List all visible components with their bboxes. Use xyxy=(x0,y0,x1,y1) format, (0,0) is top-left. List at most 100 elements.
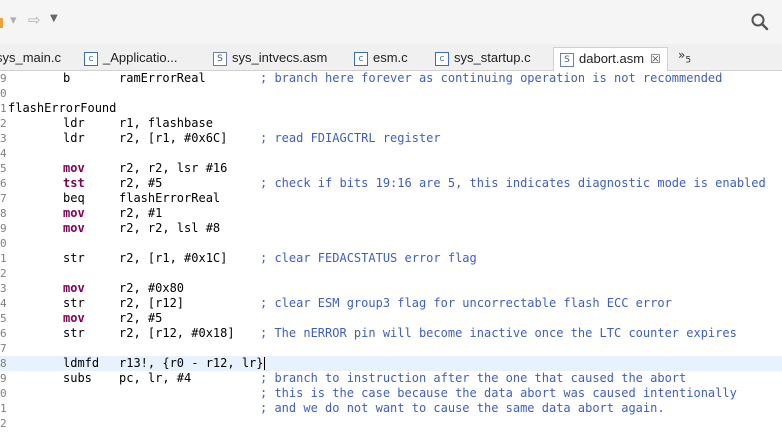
code-line[interactable]: 5 mov r2, #5 xyxy=(0,311,782,326)
line-number: 0 xyxy=(0,87,7,100)
operands-text: flashErrorReal xyxy=(119,191,221,205)
code-comment: ; this is the case because the data abor… xyxy=(260,386,737,400)
operands: r2, #5 xyxy=(119,311,162,326)
instruction: str xyxy=(63,296,85,310)
instruction: b xyxy=(63,71,71,85)
operands-text: pc, lr, #4 xyxy=(119,371,192,385)
operands-text: r2, [r12] xyxy=(119,296,185,310)
operands-text: r2, r2, lsr #16 xyxy=(119,161,228,175)
code-comment: ; and we do not want to cause the same d… xyxy=(260,401,665,415)
line-number: 8 xyxy=(0,357,7,370)
code-editor[interactable]: 9 b ramErrorReal ; branch here forever as c… xyxy=(0,71,782,433)
code-line[interactable]: 7 xyxy=(0,341,782,356)
operands: r2, #0x80 xyxy=(119,281,184,296)
tab-dabort[interactable]: Sdabort.asm ☒ xyxy=(553,47,668,71)
code-line[interactable]: 0 ; this is the case because the data abo… xyxy=(0,386,782,401)
code-comment: ; branch to instruction after the one th… xyxy=(260,371,687,385)
operands: pc, lr, #4 xyxy=(119,371,191,386)
code-line[interactable]: 6 str r2, [r12, #0x18] ; The nERROR pin wil… xyxy=(0,326,782,341)
text-cursor xyxy=(263,357,265,370)
line-number: 3 xyxy=(0,132,7,145)
code-line[interactable]: 2 xyxy=(0,416,782,431)
code-label: flashErrorFound xyxy=(8,101,117,115)
instruction: mov xyxy=(63,221,85,235)
asm-file-icon: S xyxy=(560,52,574,67)
line-number: 8 xyxy=(0,207,7,220)
code-line[interactable]: 9 subs pc, lr, #4 ; branch to instruction a… xyxy=(0,371,782,386)
code-line[interactable]: 4 str r2, [r12] ; clear ESM group3 flag for… xyxy=(0,296,782,311)
operands-text: r2, #5 xyxy=(119,176,163,190)
operands: ramErrorReal xyxy=(119,71,206,86)
code-comment: ; clear FEDACSTATUS error flag xyxy=(260,251,477,265)
instruction: ldr xyxy=(63,116,85,130)
tab-sys-intvecs[interactable]: Ssys_intvecs.asm xyxy=(213,47,327,70)
code-line[interactable]: 7 beq flashErrorReal xyxy=(0,191,782,206)
instruction: tst xyxy=(63,176,85,190)
code-line[interactable]: 2 xyxy=(0,266,782,281)
operands: r2, [r1, #0x6C] xyxy=(119,131,227,146)
code-line[interactable]: 6 tst r2, #5 ; check if bits 19:16 are 5, t… xyxy=(0,176,782,191)
tab-sys-startup[interactable]: c sys_startup.c xyxy=(435,47,531,70)
c-file-icon: c xyxy=(435,51,449,66)
collapse-arrow-icon[interactable]: ▾ xyxy=(10,13,17,28)
code-line[interactable]: 1 ; and we do not want to cause the same … xyxy=(0,401,782,416)
code-comment: ; branch here forever as continuing oper… xyxy=(260,71,723,85)
line-number: 5 xyxy=(0,162,7,175)
line-number: 6 xyxy=(0,177,7,190)
code-line[interactable]: 0 xyxy=(0,236,782,251)
line-number: 9 xyxy=(0,222,7,235)
operands: flashErrorReal xyxy=(119,191,220,206)
line-number: 0 xyxy=(0,387,7,400)
line-number: 5 xyxy=(0,312,7,325)
tab-label: dabort.asm xyxy=(579,51,645,66)
instruction: str xyxy=(63,251,85,265)
code-line[interactable]: 0 xyxy=(0,86,782,101)
line-number: 0 xyxy=(0,237,7,250)
tab-esm[interactable]: c esm.c xyxy=(354,47,408,70)
tab-sys-main[interactable]: sys_main.c xyxy=(0,47,61,70)
code-line[interactable]: 3 mov r2, #0x80 xyxy=(0,281,782,296)
code-line[interactable]: 8 mov r2, #1 xyxy=(0,206,782,221)
c-file-icon: c xyxy=(84,51,98,66)
operands-text: ramErrorReal xyxy=(119,71,206,85)
operands: r2, r2, lsr #16 xyxy=(119,161,227,176)
code-line[interactable]: 2 ldr r1, flashbase xyxy=(0,116,782,131)
code-line[interactable]: 5 mov r2, r2, lsr #16 xyxy=(0,161,782,176)
line-number: 4 xyxy=(0,147,7,160)
instruction: ldr xyxy=(63,131,85,145)
search-button[interactable] xyxy=(750,12,772,34)
code-comment: ; clear ESM group3 flag for uncorrectabl… xyxy=(260,296,672,310)
forward-arrow-icon[interactable]: ⇨ xyxy=(28,11,41,29)
operands: r2, [r1, #0x1C] xyxy=(119,251,227,266)
line-number: 1 xyxy=(0,102,7,115)
tabs-overflow-button[interactable]: »5 xyxy=(678,48,691,65)
c-file-icon: c xyxy=(354,51,368,66)
line-number: 9 xyxy=(0,372,7,385)
code-line[interactable]: 3 ldr r2, [r1, #0x6C] ; read FDIAGCTRL regi… xyxy=(0,131,782,146)
instruction: mov xyxy=(63,161,85,175)
line-number: 6 xyxy=(0,327,7,340)
code-line[interactable]: 9 mov r2, r2, lsl #8 xyxy=(0,221,782,236)
operands-text: r2, [r1, #0x1C] xyxy=(119,251,228,265)
editor-tab-bar: sys_main.c c _Applicatio... Ssys_intvecs.… xyxy=(0,44,782,71)
dropdown-icon[interactable]: ▼ xyxy=(50,13,58,24)
code-line[interactable]: 8 ldmfd r13!, {r0 - r12, lr} xyxy=(0,356,782,371)
line-number: 4 xyxy=(0,297,7,310)
code-line[interactable]: 1 str r2, [r1, #0x1C] ; clear FEDACSTATUS e… xyxy=(0,251,782,266)
code-comment: ; read FDIAGCTRL register xyxy=(260,131,441,145)
toolbar: ▾ ⇨ ▼ xyxy=(0,0,782,44)
asm-file-icon: S xyxy=(213,51,227,66)
operands-text: r1, flashbase xyxy=(119,116,213,130)
operands-text: r2, #5 xyxy=(119,311,163,325)
code-line[interactable]: 4 xyxy=(0,146,782,161)
operands-text: r2, #0x80 xyxy=(119,281,185,295)
instruction: mov xyxy=(63,311,85,325)
overflow-count: 5 xyxy=(685,55,692,66)
code-line[interactable]: 1 flashErrorFound xyxy=(0,101,782,116)
instruction: mov xyxy=(63,281,85,295)
code-line[interactable]: 9 b ramErrorReal ; branch here forever as c… xyxy=(0,71,782,86)
tab-application[interactable]: c _Applicatio... xyxy=(84,47,177,70)
instruction: mov xyxy=(63,206,85,220)
tab-label: sys_startup.c xyxy=(454,50,531,65)
close-tab-icon[interactable]: ☒ xyxy=(650,48,661,70)
